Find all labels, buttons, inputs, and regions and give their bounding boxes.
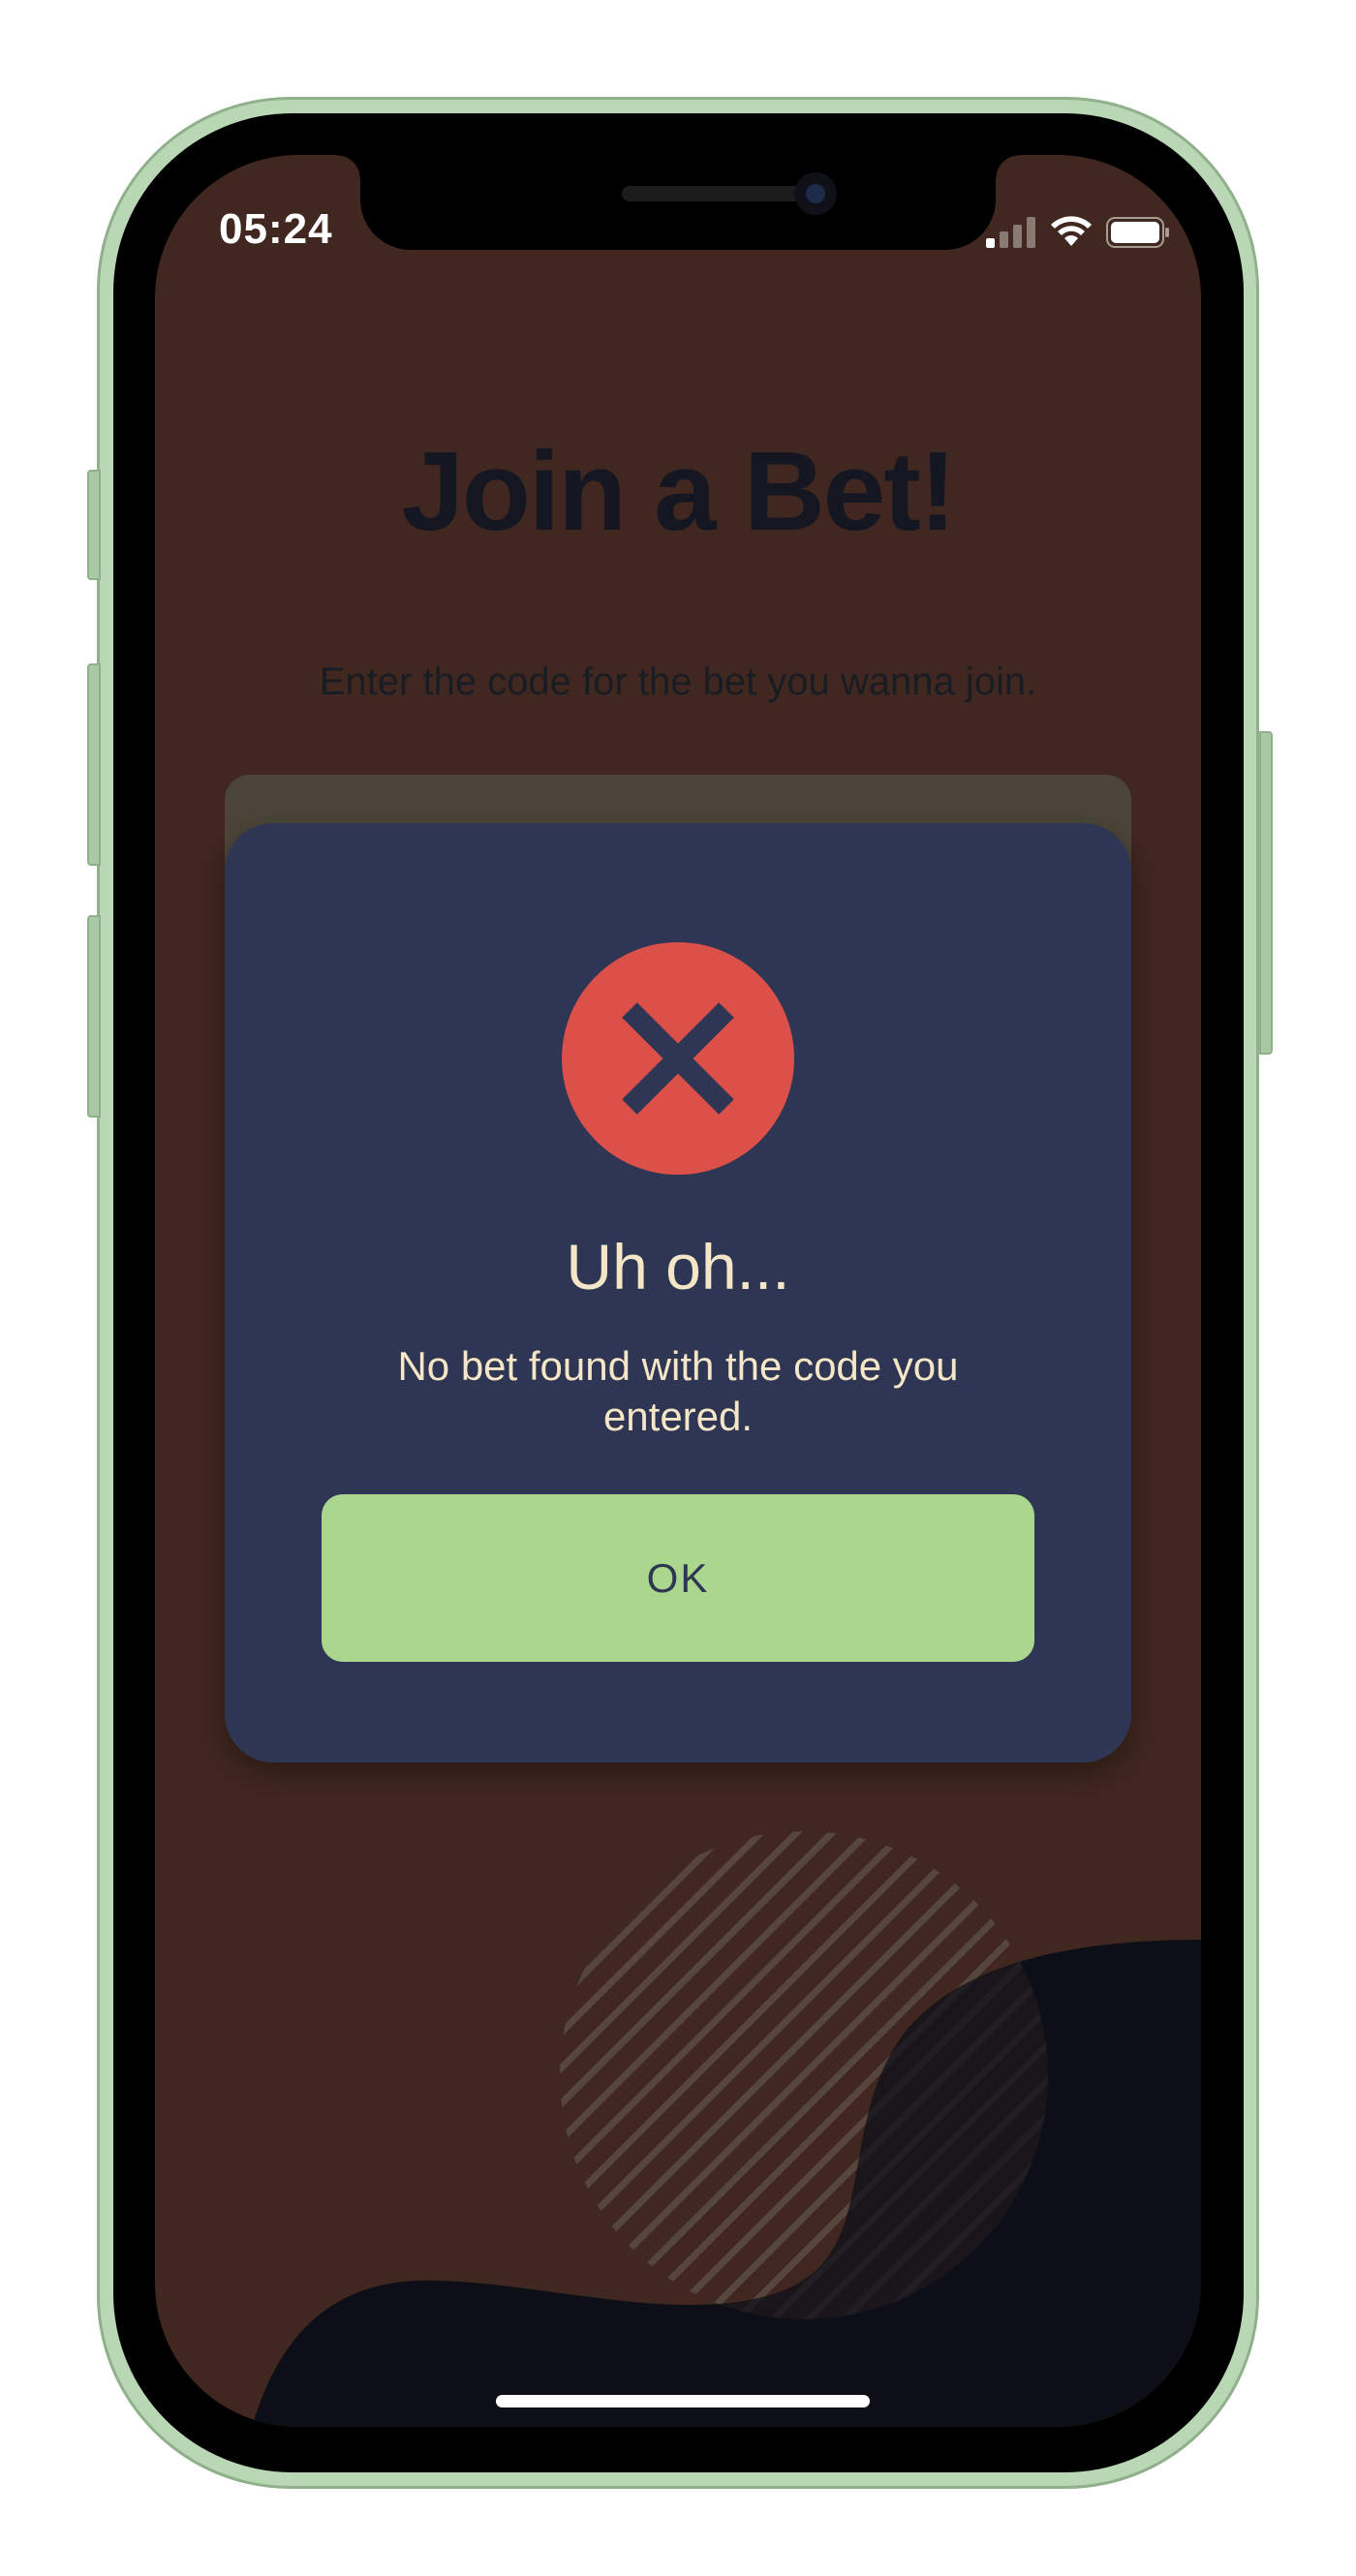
status-icons: [986, 215, 1170, 248]
page-subtitle: Enter the code for the bet you wanna joi…: [319, 660, 1037, 703]
notch: [337, 155, 1019, 250]
earpiece-speaker: [622, 186, 806, 201]
dialog-title: Uh oh...: [566, 1231, 790, 1303]
power-button: [1259, 731, 1273, 1055]
ok-button[interactable]: OK: [322, 1494, 1034, 1662]
home-indicator[interactable]: [496, 2395, 870, 2407]
phone-screen: 05:24 Join a Bet! Enter the code for the…: [155, 155, 1201, 2427]
status-time: 05:24: [219, 205, 333, 253]
front-camera: [794, 172, 837, 215]
page-title: Join a Bet!: [401, 428, 957, 554]
volume-down-button: [87, 915, 101, 1118]
dialog-message: No bet found with the code you entered.: [397, 1343, 959, 1439]
wifi-icon: [1051, 216, 1092, 246]
volume-up-button: [87, 663, 101, 866]
error-dialog: Uh oh... No bet found with the code you …: [225, 823, 1131, 1763]
close-x-icon: [622, 1002, 734, 1115]
silent-switch: [87, 470, 101, 580]
battery-icon: [1106, 217, 1169, 248]
cellular-signal-icon: [986, 217, 1035, 248]
error-icon-badge: [562, 942, 794, 1175]
